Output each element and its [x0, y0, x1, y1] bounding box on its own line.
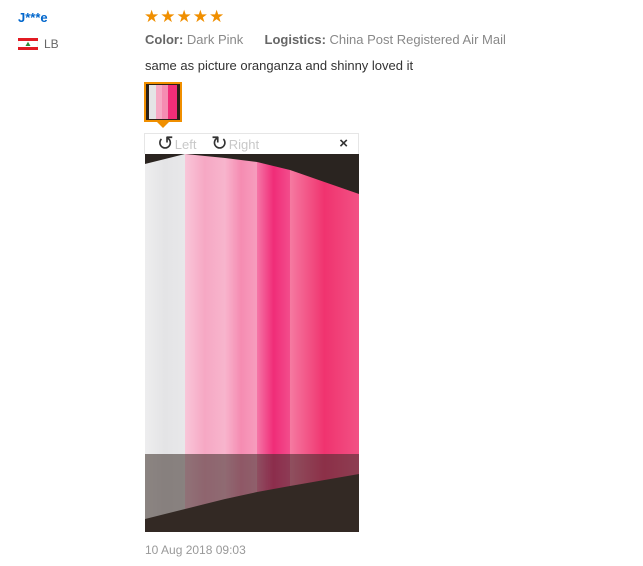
rotate-right-button[interactable]: ↻ Right	[211, 133, 260, 155]
lebanon-flag-icon	[18, 38, 38, 50]
review-date: 10 Aug 2018 09:03	[145, 543, 246, 557]
fabric-photo	[145, 154, 359, 532]
thumbnail-selected-caret	[157, 122, 169, 128]
thumbnail-image	[146, 84, 180, 120]
star-icon: ★	[144, 7, 160, 26]
rotate-left-button[interactable]: ↺ Left	[157, 133, 197, 155]
color-value: Dark Pink	[186, 32, 244, 47]
review-photo-thumbnail[interactable]	[144, 82, 182, 122]
country-code: LB	[44, 37, 59, 51]
reviewer-country: LB	[18, 37, 59, 51]
star-icon: ★	[192, 7, 208, 26]
photo-viewer-toolbar: ↺ Left ↻ Right ×	[144, 133, 359, 154]
order-attributes: Color: Dark Pink Logistics: China Post R…	[145, 32, 506, 47]
close-icon[interactable]: ×	[339, 135, 348, 152]
reviewer-name[interactable]: J***e	[18, 10, 48, 25]
logistics-value: China Post Registered Air Mail	[329, 32, 506, 47]
star-icon: ★	[160, 7, 176, 26]
logistics-key: Logistics:	[264, 32, 326, 47]
color-key: Color:	[145, 32, 184, 47]
star-rating: ★ ★ ★ ★ ★	[144, 8, 224, 26]
star-icon: ★	[209, 7, 225, 26]
rotate-right-icon: ↻	[211, 133, 228, 155]
rotate-left-label: Left	[174, 136, 197, 152]
review-text: same as picture oranganza and shinny lov…	[145, 58, 414, 73]
rotate-left-icon: ↺	[157, 133, 174, 155]
review-photo-large	[145, 154, 359, 532]
rotate-right-label: Right	[228, 136, 260, 152]
star-icon: ★	[176, 7, 192, 26]
